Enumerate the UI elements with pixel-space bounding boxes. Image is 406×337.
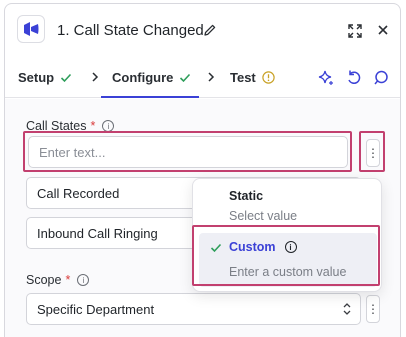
tab-test[interactable]: Test (230, 70, 275, 85)
highlight-box-input (23, 131, 352, 172)
chevron-up-down-icon (343, 303, 351, 315)
more-vertical-icon: ⋮ (367, 302, 379, 316)
comment-icon[interactable] (372, 69, 390, 87)
scope-select[interactable]: Specific Department (26, 293, 361, 325)
close-icon[interactable] (376, 23, 390, 37)
scope-label-text: Scope (26, 273, 62, 287)
scope-options-button[interactable]: ⋮ (366, 295, 380, 323)
tab-test-label: Test (230, 70, 256, 85)
expand-icon[interactable] (347, 23, 363, 39)
option-static-title[interactable]: Static (229, 189, 263, 203)
chevron-right-icon (92, 72, 99, 82)
list-item-text: Call Recorded (37, 185, 120, 201)
app-logo-icon (17, 15, 45, 43)
check-icon (61, 73, 72, 82)
tab-setup[interactable]: Setup (18, 70, 72, 85)
scope-select-value: Specific Department (37, 301, 155, 317)
step-title: 1. Call State Changed (57, 22, 204, 39)
list-item-text: Inbound Call Ringing (37, 225, 158, 241)
active-tab-indicator (101, 96, 199, 98)
edit-pencil-icon[interactable] (203, 23, 217, 37)
highlight-box-kebab (359, 131, 385, 172)
tab-setup-label: Setup (18, 70, 55, 85)
warning-circle-icon (262, 71, 275, 84)
panel-header: 1. Call State Changed (5, 4, 400, 54)
required-mark: * (65, 273, 71, 287)
undo-icon[interactable] (345, 69, 363, 87)
tab-configure[interactable]: Configure (112, 70, 191, 85)
tab-configure-label: Configure (112, 70, 174, 85)
step-tabs: Setup Configure Test (5, 58, 400, 98)
option-static-subtitle[interactable]: Select value (229, 209, 297, 223)
highlight-box-custom (192, 225, 380, 286)
info-icon[interactable]: i (77, 274, 90, 286)
step-panel: 1. Call State Changed Setup Configure Te… (4, 3, 401, 337)
sparkle-ai-icon[interactable] (317, 69, 335, 87)
check-icon (180, 73, 191, 82)
scope-label: Scope * i (26, 273, 90, 287)
chevron-right-icon (208, 72, 215, 82)
